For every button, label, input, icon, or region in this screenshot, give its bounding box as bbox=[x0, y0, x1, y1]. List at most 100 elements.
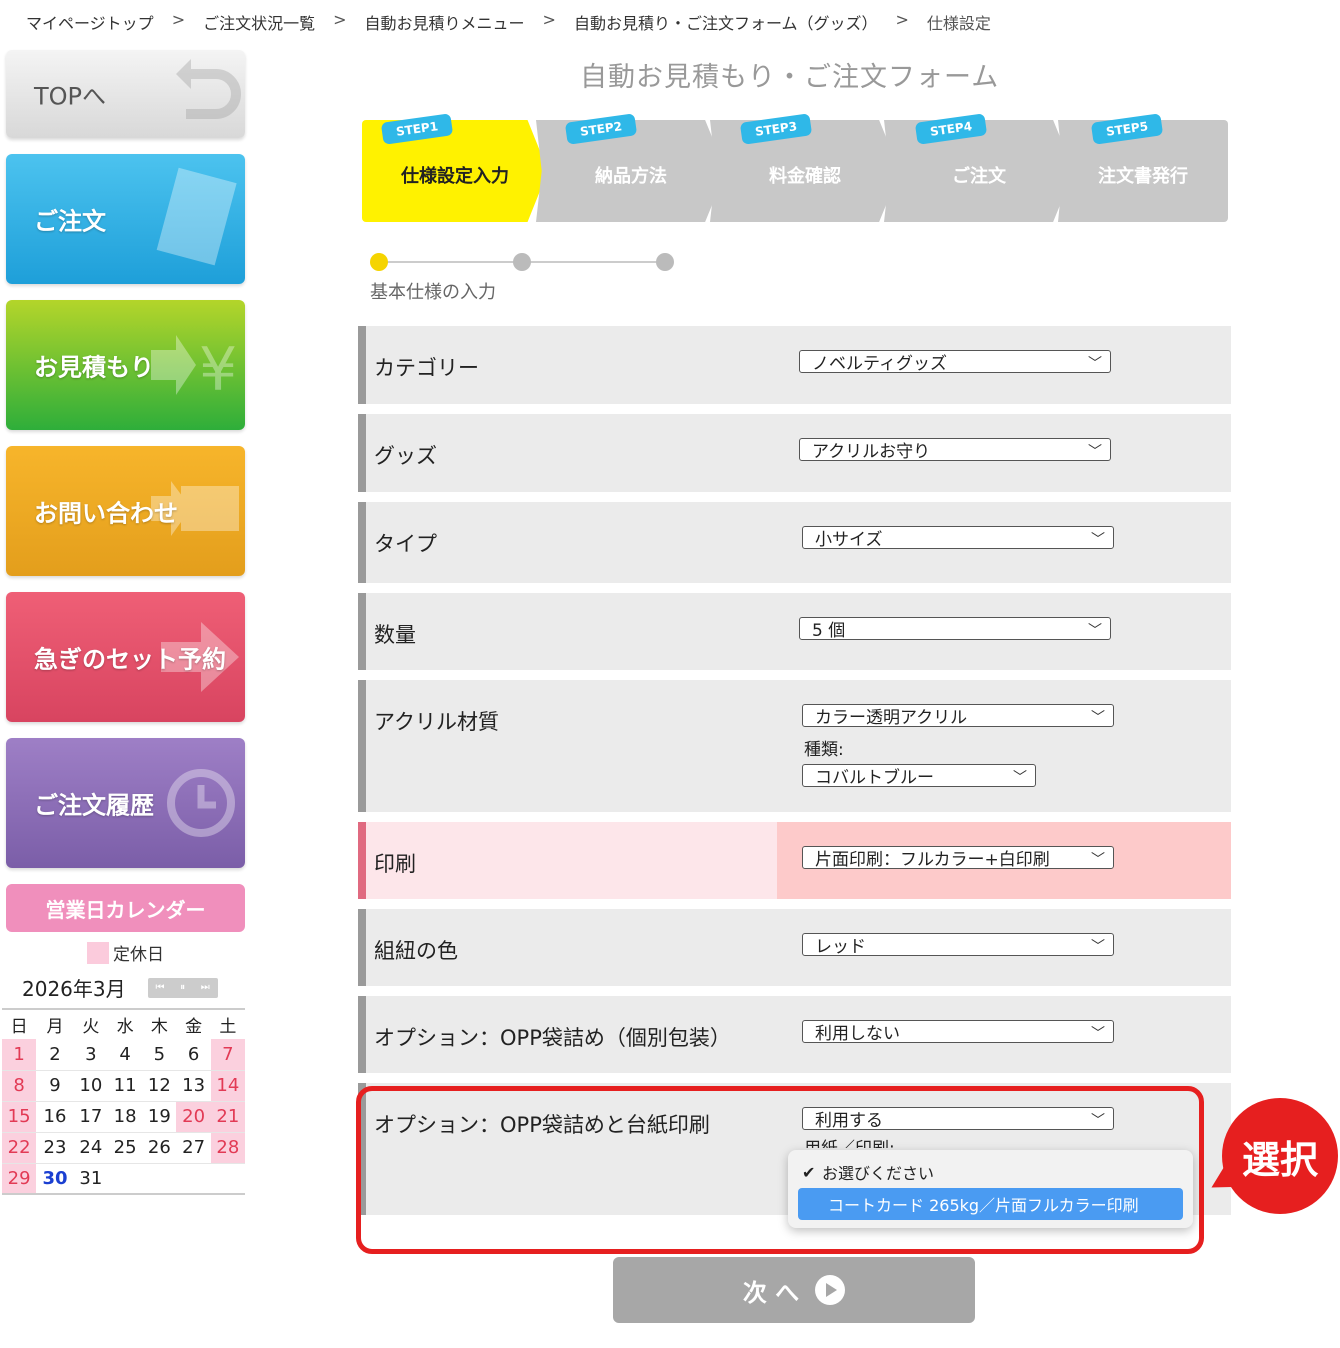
chevron-down-icon: ﹀ bbox=[1091, 710, 1105, 726]
weekday-header: 金 bbox=[185, 1017, 203, 1037]
calendar-day: 13 bbox=[176, 1070, 211, 1102]
calendar-next-icon[interactable]: ⏭ bbox=[201, 982, 210, 993]
calendar-legend-label: 定休日 bbox=[113, 945, 164, 965]
cord-color-select[interactable]: レッド ﹀ bbox=[802, 933, 1114, 957]
select-callout-badge: 選択 bbox=[1222, 1098, 1338, 1214]
breadcrumb-separator: > bbox=[171, 10, 186, 29]
print-select[interactable]: 片面印刷：フルカラー+白印刷 ﹀ bbox=[802, 846, 1114, 870]
calendar-day: 22 bbox=[2, 1132, 37, 1164]
calendar-day bbox=[107, 1163, 143, 1195]
breadcrumb: マイページトップ > ご注文状況一覧 > 自動お見積りメニュー > 自動お見積り… bbox=[26, 10, 991, 34]
calendar-day: 31 bbox=[73, 1163, 108, 1195]
chevron-down-icon: ﹀ bbox=[1088, 444, 1102, 460]
calendar-day: 27 bbox=[176, 1132, 211, 1164]
breadcrumb-estimate-menu[interactable]: 自動お見積りメニュー bbox=[365, 10, 525, 34]
yen-arrow-icon: ¥ bbox=[151, 335, 237, 405]
breadcrumb-order-status[interactable]: ご注文状況一覧 bbox=[203, 10, 315, 34]
row-label: タイプ bbox=[358, 502, 777, 583]
step-name: ご注文 bbox=[952, 166, 1006, 187]
estimate-button-label: お見積もり bbox=[34, 353, 154, 382]
estimate-button[interactable]: お見積もり ¥ bbox=[6, 300, 245, 430]
option-label: コートカード 265kg／片面フルカラー印刷 bbox=[828, 1196, 1139, 1215]
calendar-title: 営業日カレンダー bbox=[6, 884, 245, 932]
calendar-day: 29 bbox=[2, 1163, 37, 1195]
calendar-day: 20 bbox=[176, 1101, 211, 1133]
calendar-day: 7 bbox=[210, 1039, 245, 1071]
calendar-day: 8 bbox=[2, 1070, 37, 1102]
top-button[interactable]: TOPへ bbox=[6, 50, 245, 138]
dropdown-option-coat-card[interactable]: コートカード 265kg／片面フルカラー印刷 bbox=[798, 1188, 1183, 1220]
next-button[interactable]: 次 へ bbox=[613, 1257, 975, 1323]
contact-button-label: お問い合わせ bbox=[34, 499, 178, 528]
order-button-label: ご注文 bbox=[34, 207, 106, 236]
breadcrumb-separator: > bbox=[333, 10, 347, 29]
row-label: オプション：OPP袋詰め（個別包装） bbox=[358, 996, 777, 1073]
chevron-down-icon: ﹀ bbox=[1088, 356, 1102, 372]
calendar-day: 4 bbox=[107, 1039, 143, 1071]
calendar-prev-icon[interactable]: ⏮ bbox=[155, 982, 164, 993]
play-circle-icon bbox=[815, 1275, 846, 1305]
chevron-down-icon: ﹀ bbox=[1091, 852, 1105, 868]
material-select[interactable]: カラー透明アクリル ﹀ bbox=[802, 704, 1114, 728]
breadcrumb-estimate-form[interactable]: 自動お見積り・ご注文フォーム（グッズ） bbox=[574, 10, 878, 34]
select-value: 片面印刷：フルカラー+白印刷 bbox=[815, 850, 1050, 870]
progress-dot bbox=[513, 253, 531, 271]
calendar-day: 17 bbox=[73, 1101, 108, 1133]
progress-dot-active bbox=[370, 253, 388, 271]
calendar-day: 3 bbox=[73, 1039, 108, 1071]
weekday-header: 日 bbox=[10, 1017, 28, 1037]
form-title: 自動お見積もり・ご注文フォーム bbox=[580, 62, 1000, 93]
calendar-day: 9 bbox=[36, 1070, 74, 1102]
calendar-table: 日 月 火 水 木 金 土 1 2 3 4 5 6 7 8 9 10 11 12… bbox=[2, 1008, 245, 1195]
order-history-button[interactable]: ご注文履歴 bbox=[6, 738, 245, 868]
select-value: ノベルティグッズ bbox=[812, 354, 947, 374]
calendar-nav[interactable]: ⏮ ⏸ ⏭ bbox=[147, 977, 218, 998]
calendar-day: 10 bbox=[73, 1070, 108, 1102]
rush-reservation-label: 急ぎのセット予約 bbox=[34, 645, 226, 674]
calendar-day: 21 bbox=[210, 1101, 245, 1133]
select-value: カラー透明アクリル bbox=[815, 708, 968, 728]
rush-reservation-button[interactable]: 急ぎのセット予約 bbox=[6, 592, 245, 722]
row-material: アクリル材質 カラー透明アクリル ﹀ 種類: コバルトブルー ﹀ bbox=[358, 680, 1231, 812]
contact-button[interactable]: お問い合わせ bbox=[6, 446, 245, 576]
document-icon bbox=[156, 167, 237, 266]
step-name: 料金確認 bbox=[769, 166, 841, 187]
calendar-day: 11 bbox=[107, 1070, 143, 1102]
chevron-down-icon: ﹀ bbox=[1091, 1026, 1105, 1042]
checkmark-icon: ✔ bbox=[802, 1162, 816, 1182]
goods-select[interactable]: アクリルお守り ﹀ bbox=[799, 438, 1111, 462]
row-label: カテゴリー bbox=[358, 326, 777, 404]
chevron-down-icon: ﹀ bbox=[1088, 623, 1102, 639]
dropdown-option-placeholder[interactable]: ✔ お選びください bbox=[798, 1158, 1183, 1186]
type-select[interactable]: 小サイズ ﹀ bbox=[802, 526, 1114, 550]
row-control: レッド ﹀ bbox=[777, 909, 1231, 986]
calendar-day: 5 bbox=[142, 1039, 177, 1071]
breadcrumb-separator: > bbox=[895, 10, 909, 29]
calendar-day: 1 bbox=[2, 1039, 37, 1071]
row-label: 組紐の色 bbox=[358, 909, 777, 986]
option-label: お選びください bbox=[822, 1164, 935, 1183]
quantity-select[interactable]: 5 個 ﹀ bbox=[799, 617, 1111, 641]
material-type-select[interactable]: コバルトブルー ﹀ bbox=[802, 764, 1036, 788]
svg-text:¥: ¥ bbox=[199, 335, 237, 405]
row-label: 印刷 bbox=[358, 822, 777, 899]
calendar-day: 14 bbox=[210, 1070, 245, 1102]
row-goods: グッズ アクリルお守り ﹀ bbox=[358, 414, 1231, 492]
step-name: 注文書発行 bbox=[1098, 166, 1188, 187]
breadcrumb-separator: > bbox=[542, 10, 556, 29]
select-value: コバルトブルー bbox=[815, 768, 934, 788]
order-button[interactable]: ご注文 bbox=[6, 154, 245, 284]
row-print: 印刷 片面印刷：フルカラー+白印刷 ﹀ bbox=[358, 822, 1231, 899]
order-history-label: ご注文履歴 bbox=[34, 791, 154, 820]
calendar-day: 2 bbox=[36, 1039, 74, 1071]
row-category: カテゴリー ノベルティグッズ ﹀ bbox=[358, 326, 1231, 404]
holiday-swatch bbox=[87, 941, 109, 964]
calendar-current-icon[interactable]: ⏸ bbox=[180, 982, 185, 993]
row-opp: オプション：OPP袋詰め（個別包装） 利用しない ﹀ bbox=[358, 996, 1231, 1073]
breadcrumb-mypage[interactable]: マイページトップ bbox=[26, 10, 154, 34]
row-quantity: 数量 5 個 ﹀ bbox=[358, 593, 1231, 670]
opp-select[interactable]: 利用しない ﹀ bbox=[802, 1020, 1114, 1044]
row-control: 利用しない ﹀ bbox=[777, 996, 1231, 1073]
category-select[interactable]: ノベルティグッズ ﹀ bbox=[799, 350, 1111, 374]
row-label: 数量 bbox=[358, 593, 777, 670]
